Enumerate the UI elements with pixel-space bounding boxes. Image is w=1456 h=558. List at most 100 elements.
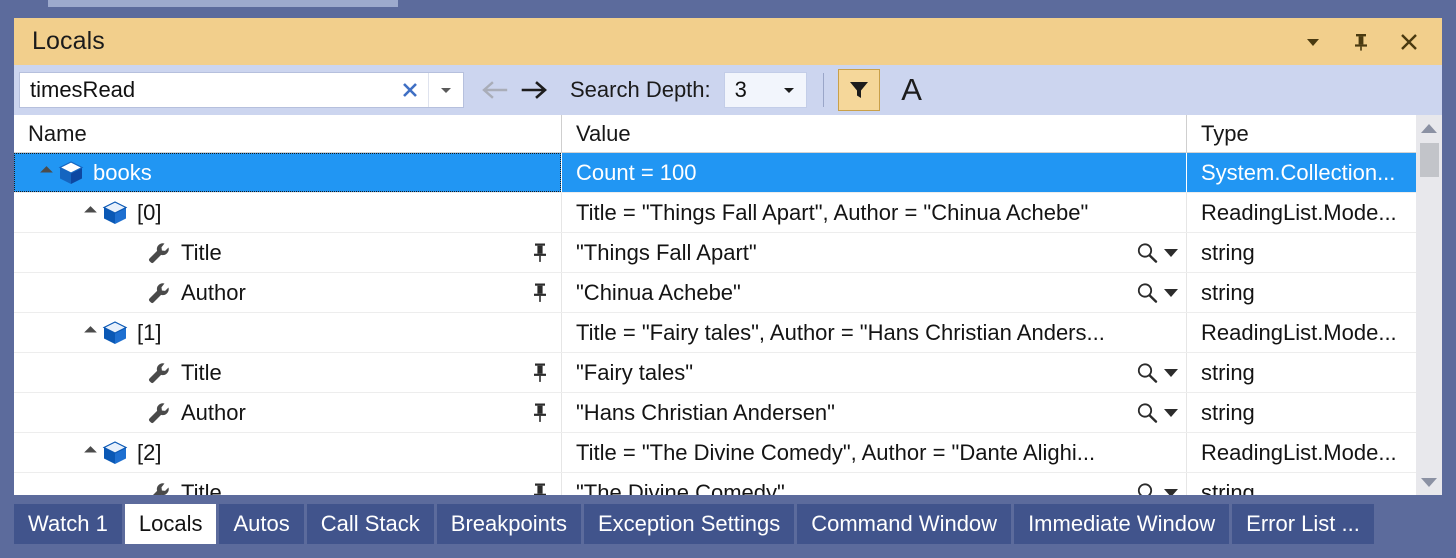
chevron-down-icon[interactable] [1164,248,1178,257]
window-controls [1300,29,1422,55]
table-row[interactable]: books Count = 100 System.Collection... [14,153,1442,193]
variable-value: "Things Fall Apart" [576,239,757,265]
grid-header-row: Name Value Type [14,115,1442,153]
tab-call-stack[interactable]: Call Stack [306,504,434,544]
tab-command-window[interactable]: Command Window [797,504,1012,544]
tab-exception-settings[interactable]: Exception Settings [583,504,795,544]
variable-type: string [1201,239,1255,265]
table-row[interactable]: [2] Title = "The Divine Comedy", Author =… [14,433,1442,473]
locals-variable-grid: Name Value Type books Count = 100 System.C… [14,115,1442,495]
variable-value: "Chinua Achebe" [576,279,741,305]
clear-search-icon[interactable] [392,73,428,107]
variable-name: Author [181,399,246,425]
chevron-down-icon[interactable] [1300,29,1326,55]
table-row[interactable]: Author "Hans Christian Andersen" string [14,393,1442,433]
tab-immediate-window[interactable]: Immediate Window [1014,504,1230,544]
search-next-button[interactable] [518,79,552,101]
cell-value[interactable]: Title = "The Divine Comedy", Author = "D… [561,433,1186,472]
pin-icon[interactable] [531,362,549,384]
wrench-icon [146,280,172,306]
search-input[interactable] [20,72,392,108]
variable-name: Author [181,279,246,305]
cell-value[interactable]: "The Divine Comedy" [561,473,1186,495]
column-header-type[interactable]: Type [1186,115,1425,152]
cell-type: System.Collection... [1186,153,1425,192]
filter-toggle-button[interactable] [837,69,880,111]
table-row[interactable]: Title "Fairy tales" string [14,353,1442,393]
cell-name: [1] [14,313,561,352]
cell-type: string [1186,273,1425,312]
cell-type: ReadingList.Mode... [1186,313,1425,352]
variable-name: [1] [137,319,162,345]
table-row[interactable]: [0] Title = "Things Fall Apart", Author =… [14,193,1442,233]
toolbar-separator [822,73,824,107]
column-header-value[interactable]: Value [561,115,1186,152]
scroll-up-button[interactable] [1416,115,1442,141]
chevron-down-icon [783,88,794,93]
cell-value[interactable]: Title = "Fairy tales", Author = "Hans Ch… [561,313,1186,352]
cell-name: Author [14,273,561,312]
document-tab-stub [48,0,398,7]
cell-type: string [1186,393,1425,432]
expander-triangle-icon[interactable] [84,446,97,459]
object-cube-icon [102,440,128,466]
variable-name: Title [181,359,222,385]
chevron-down-icon[interactable] [1164,368,1178,377]
search-depth-select[interactable]: 3 [723,72,807,108]
chevron-down-icon[interactable] [1164,288,1178,297]
cell-name: books [14,153,561,192]
pin-icon[interactable] [531,282,549,304]
wrench-icon [146,400,172,426]
locals-toolbar: Search Depth: 3 A [14,65,1442,115]
cell-value[interactable]: "Fairy tales" [561,353,1186,392]
variable-type: ReadingList.Mode... [1201,199,1397,225]
variable-value: "Fairy tales" [576,359,694,385]
tab-breakpoints[interactable]: Breakpoints [436,504,581,544]
expander-triangle-icon[interactable] [84,206,97,219]
visualizer-magnifier-icon[interactable] [1135,281,1178,305]
search-box[interactable] [19,72,464,108]
tab-error-list[interactable]: Error List ... [1232,504,1374,544]
table-row[interactable]: Title "Things Fall Apart" string [14,233,1442,273]
table-row[interactable]: Title "The Divine Comedy" string [14,473,1442,495]
visualizer-magnifier-icon[interactable] [1135,361,1178,385]
close-icon[interactable] [1396,29,1422,55]
variable-type: System.Collection... [1201,159,1396,185]
pin-icon[interactable] [531,402,549,424]
page-title: Locals [32,27,105,55]
text-formatting-button[interactable]: A [894,70,930,110]
cell-value[interactable]: "Chinua Achebe" [561,273,1186,312]
visualizer-magnifier-icon[interactable] [1135,481,1178,495]
table-row[interactable]: Author "Chinua Achebe" string [14,273,1442,313]
column-header-name[interactable]: Name [14,115,561,152]
search-previous-button[interactable] [478,79,512,101]
visualizer-magnifier-icon[interactable] [1135,241,1178,265]
scrollbar-thumb[interactable] [1419,143,1439,177]
scroll-down-button[interactable] [1416,469,1442,495]
variable-name: Title [181,479,222,496]
chevron-down-icon[interactable] [1164,408,1178,417]
variable-type: ReadingList.Mode... [1201,319,1397,345]
funnel-icon [849,82,868,98]
expander-triangle-icon[interactable] [84,326,97,339]
tab-autos[interactable]: Autos [219,504,304,544]
tab-locals[interactable]: Locals [124,504,217,544]
cell-value[interactable]: "Hans Christian Andersen" [561,393,1186,432]
cell-value[interactable]: "Things Fall Apart" [561,233,1186,272]
vertical-scrollbar[interactable] [1416,115,1442,495]
chevron-down-icon[interactable] [1164,488,1178,495]
pin-icon[interactable] [531,242,549,264]
variable-value: Title = "Things Fall Apart", Author = "C… [576,199,1089,225]
visualizer-magnifier-icon[interactable] [1135,401,1178,425]
pin-icon[interactable] [531,482,549,495]
variable-value: "The Divine Comedy" [576,479,785,496]
wrench-icon [146,480,172,495]
cell-name: Author [14,393,561,432]
tab-watch-1[interactable]: Watch 1 [14,504,122,544]
pin-icon[interactable] [1348,29,1374,55]
search-options-dropdown-icon[interactable] [428,73,463,107]
expander-triangle-icon[interactable] [40,166,53,179]
cell-value[interactable]: Count = 100 [561,153,1186,192]
table-row[interactable]: [1] Title = "Fairy tales", Author = "Hans… [14,313,1442,353]
cell-value[interactable]: Title = "Things Fall Apart", Author = "C… [561,193,1186,232]
